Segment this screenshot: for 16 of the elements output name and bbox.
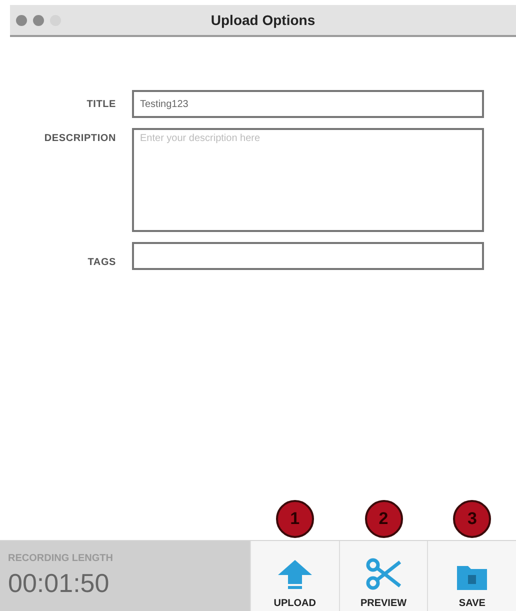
input-field[interactable]: Testing123: [132, 90, 484, 118]
field-label: TITLE: [86, 98, 117, 110]
number-badge: 2: [364, 500, 402, 538]
scissors-icon: [366, 558, 402, 590]
upload-icon: [278, 560, 312, 590]
description-field[interactable]: Enter your description here: [132, 128, 484, 232]
number-badge: 1: [276, 500, 314, 538]
folder-icon: [457, 564, 488, 590]
field-label: TAGS: [86, 256, 117, 268]
minimize-button[interactable]: [33, 14, 44, 26]
input-field[interactable]: [132, 242, 484, 270]
number-badge: 3: [453, 500, 492, 538]
window-title: Upload Options: [210, 12, 316, 28]
close-button[interactable]: [16, 14, 27, 26]
field-label: DESCRIPTION: [43, 132, 117, 144]
recording-time: 00:01:50: [8, 568, 110, 599]
